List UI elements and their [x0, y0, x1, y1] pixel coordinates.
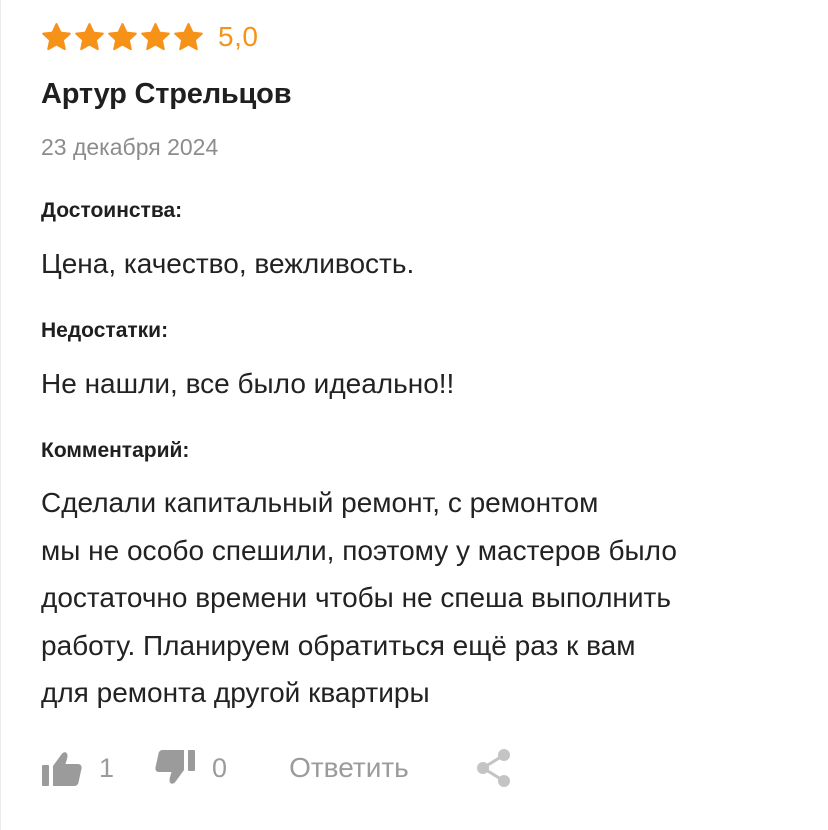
pros-label: Достоинства:: [41, 199, 183, 222]
review-date: 23 декабря 2024: [41, 134, 219, 160]
comment-line: мы не особо спешили, поэтому у мастеров …: [41, 534, 677, 566]
comment-line: Сделали капитальный ремонт, с ремонтом: [41, 487, 599, 518]
review-actions: 1 0 Ответить: [41, 746, 513, 790]
share-icon: [475, 748, 513, 788]
thumbs-down-icon: [154, 749, 196, 787]
dislike-button[interactable]: 0: [154, 749, 227, 787]
comment-line: достаточно времени чтобы не спеша выполн…: [41, 582, 671, 613]
star-icon: [107, 22, 138, 53]
rating-row: 5,0: [41, 18, 258, 56]
cons-label: Недостатки:: [41, 319, 169, 342]
star-icon: [74, 22, 105, 53]
reply-button[interactable]: Ответить: [289, 752, 409, 784]
like-count: 1: [99, 752, 115, 783]
thumbs-up-icon: [41, 749, 83, 787]
comment-line: работу. Планируем обратиться ещё раз к в…: [41, 629, 636, 661]
author-name: Артур Стрельцов: [41, 78, 292, 110]
comment-text: Сделали капитальный ремонт, с ремонтом м…: [41, 479, 801, 717]
cons-text: Не нашли, все было идеально!!: [41, 368, 455, 399]
dislike-count: 0: [212, 752, 228, 783]
pros-text: Цена, качество, вежливость.: [41, 248, 415, 279]
like-button[interactable]: 1: [41, 749, 114, 787]
star-icon: [173, 22, 204, 53]
comment-label: Комментарий:: [41, 439, 190, 462]
star-icon: [140, 22, 171, 53]
share-button[interactable]: [475, 748, 513, 788]
star-rating: [41, 22, 204, 53]
star-icon: [41, 22, 72, 53]
comment-line: для ремонта другой квартиры: [41, 677, 430, 708]
rating-value: 5,0: [218, 21, 259, 52]
review-card: 5,0 Артур Стрельцов 23 декабря 2024 Дост…: [0, 0, 828, 830]
